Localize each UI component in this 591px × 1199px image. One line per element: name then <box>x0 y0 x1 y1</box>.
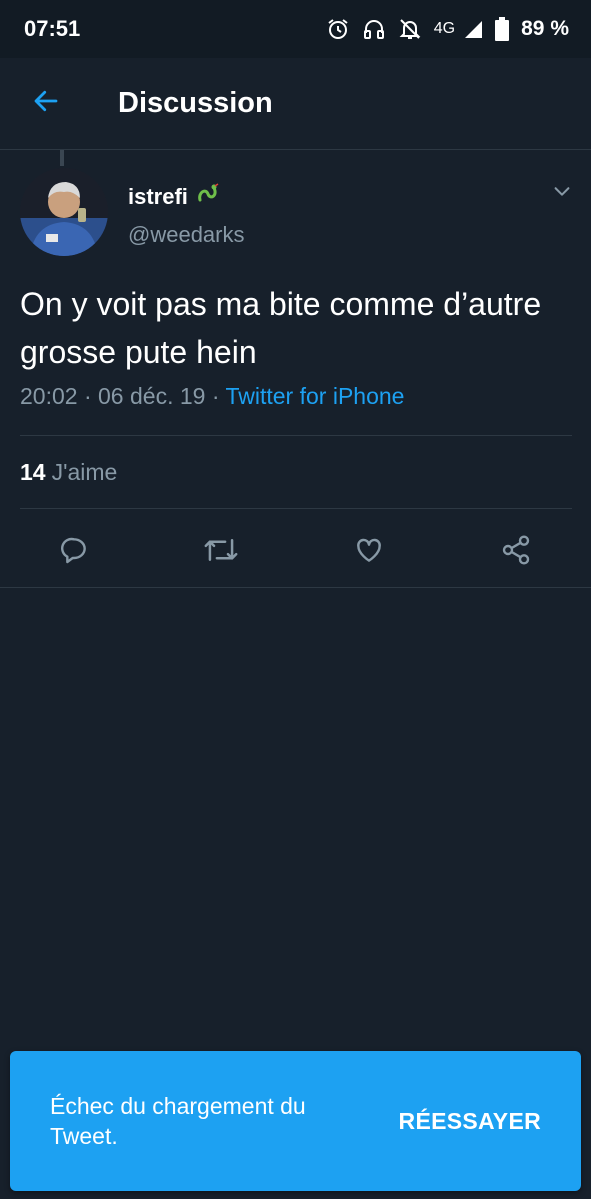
alarm-icon <box>326 17 350 41</box>
signal-icon <box>463 19 483 39</box>
share-button[interactable] <box>496 532 536 572</box>
snake-icon <box>196 182 220 212</box>
tweet-meta: 20:02 · 06 déc. 19 · Twitter for iPhone <box>20 383 404 410</box>
author-name-text: istrefi <box>128 184 188 209</box>
chevron-down-icon[interactable] <box>551 180 573 207</box>
tweet-text: On y voit pas ma bite comme d’autre gros… <box>20 286 542 370</box>
likes-number: 14 <box>20 459 46 485</box>
status-icons: 4G 89 % <box>326 17 569 41</box>
retweet-icon <box>203 534 239 571</box>
arrow-left-icon <box>31 86 61 121</box>
status-bar: 07:51 4G 89 % <box>0 0 591 58</box>
share-icon <box>500 534 532 571</box>
divider <box>20 508 572 509</box>
status-time: 07:51 <box>24 16 81 41</box>
like-icon <box>353 534 385 571</box>
app-bar: Discussion <box>0 58 591 150</box>
headphones-icon <box>362 17 386 41</box>
like-button[interactable] <box>349 532 389 572</box>
meta-separator: · <box>211 383 220 409</box>
page-title: Discussion <box>118 87 273 119</box>
notifications-off-icon <box>398 17 422 41</box>
tweet-source-link[interactable]: Twitter for iPhone <box>225 383 404 409</box>
network-type: 4G <box>433 20 456 37</box>
battery-icon <box>495 17 510 41</box>
divider <box>20 435 572 436</box>
back-button[interactable] <box>0 58 92 150</box>
author-handle[interactable]: @weedarks <box>128 222 245 248</box>
reply-icon <box>58 534 90 571</box>
error-snackbar: Échec du chargement du Tweet. RÉESSAYER <box>10 1051 581 1191</box>
author-name[interactable]: istrefi <box>128 182 220 212</box>
snackbar-message: Échec du chargement du Tweet. <box>50 1093 306 1149</box>
tweet-time: 20:02 <box>20 383 78 409</box>
retweet-button[interactable] <box>201 532 241 572</box>
retry-button[interactable]: RÉESSAYER <box>399 1108 541 1135</box>
likes-count[interactable]: 14 J'aime <box>20 459 117 486</box>
meta-separator: · <box>83 383 92 409</box>
likes-label: J'aime <box>51 459 118 485</box>
avatar[interactable] <box>20 168 108 256</box>
reply-button[interactable] <box>54 532 94 572</box>
battery-level: 89 % <box>521 17 569 40</box>
tweet-actions <box>0 522 591 582</box>
tweet-date: 06 déc. 19 <box>98 383 206 409</box>
tweet: istrefi @weedarks On y voit pas ma bite … <box>0 150 591 588</box>
